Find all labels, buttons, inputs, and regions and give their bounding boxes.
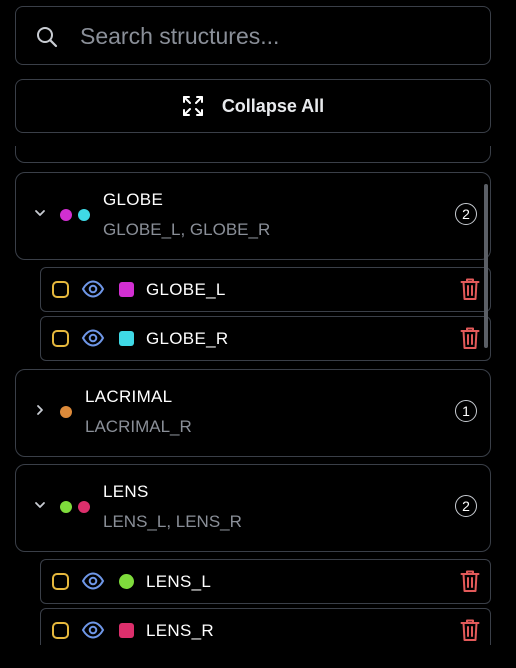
search-box: [15, 6, 491, 66]
group-members: GLOBE_L, GLOBE_R: [103, 220, 271, 239]
color-swatch: [119, 623, 134, 638]
chevron-right-icon[interactable]: [34, 404, 46, 416]
group-members: LENS_L, LENS_R: [103, 512, 242, 531]
eye-icon[interactable]: [81, 572, 105, 590]
trash-icon[interactable]: [460, 326, 480, 350]
count-badge: 1: [455, 400, 477, 422]
trash-icon[interactable]: [460, 277, 480, 301]
color-dot: [60, 406, 72, 418]
structure-name: GLOBE_R: [146, 329, 229, 348]
count-badge: 2: [455, 495, 477, 517]
eye-icon[interactable]: [81, 621, 105, 639]
trash-icon[interactable]: [460, 618, 480, 642]
list-item-partial: [15, 146, 491, 163]
structures-panel: Collapse All GLOBE GLOBE_L, GLOBE_R 2 GL…: [0, 0, 516, 668]
count-badge: 2: [455, 203, 477, 225]
collapse-all-button[interactable]: Collapse All: [15, 79, 491, 133]
color-swatch: [119, 574, 134, 589]
color-dot: [78, 501, 90, 513]
color-dot: [78, 209, 90, 221]
collapse-all-label: Collapse All: [221, 95, 325, 116]
search-input[interactable]: [78, 7, 482, 66]
chevron-down-icon[interactable]: [34, 499, 46, 511]
group-members: LACRIMAL_R: [85, 417, 192, 436]
list-item-globe-r: GLOBE_R: [40, 316, 491, 361]
trash-icon[interactable]: [460, 569, 480, 593]
structure-name: LENS_L: [146, 572, 212, 591]
select-checkbox[interactable]: [52, 281, 69, 298]
list-item-lens-l: LENS_L: [40, 559, 491, 604]
group-name: GLOBE: [103, 190, 164, 209]
search-icon: [37, 27, 58, 48]
group-header-globe[interactable]: GLOBE GLOBE_L, GLOBE_R 2: [15, 172, 491, 260]
color-dot: [60, 501, 72, 513]
structure-name: LENS_R: [146, 621, 214, 640]
group-name: LENS: [103, 482, 149, 501]
group-name: LACRIMAL: [85, 387, 173, 406]
list-item-globe-l: GLOBE_L: [40, 267, 491, 312]
color-swatch: [119, 282, 134, 297]
color-swatch: [119, 331, 134, 346]
chevron-down-icon[interactable]: [34, 207, 46, 219]
eye-icon[interactable]: [81, 280, 105, 298]
group-header-lens[interactable]: LENS LENS_L, LENS_R 2: [15, 464, 491, 552]
list-item-lens-r: LENS_R: [40, 608, 491, 645]
group-header-lacrimal[interactable]: LACRIMAL LACRIMAL_R 1: [15, 369, 491, 457]
structure-name: GLOBE_L: [146, 280, 226, 299]
eye-icon[interactable]: [81, 329, 105, 347]
color-dot: [60, 209, 72, 221]
select-checkbox[interactable]: [52, 622, 69, 639]
structure-list[interactable]: GLOBE GLOBE_L, GLOBE_R 2 GLOBE_L GLOBE_R…: [0, 146, 516, 645]
select-checkbox[interactable]: [52, 573, 69, 590]
select-checkbox[interactable]: [52, 330, 69, 347]
scrollbar-thumb[interactable]: [484, 184, 488, 348]
collapse-icon: [182, 96, 203, 116]
